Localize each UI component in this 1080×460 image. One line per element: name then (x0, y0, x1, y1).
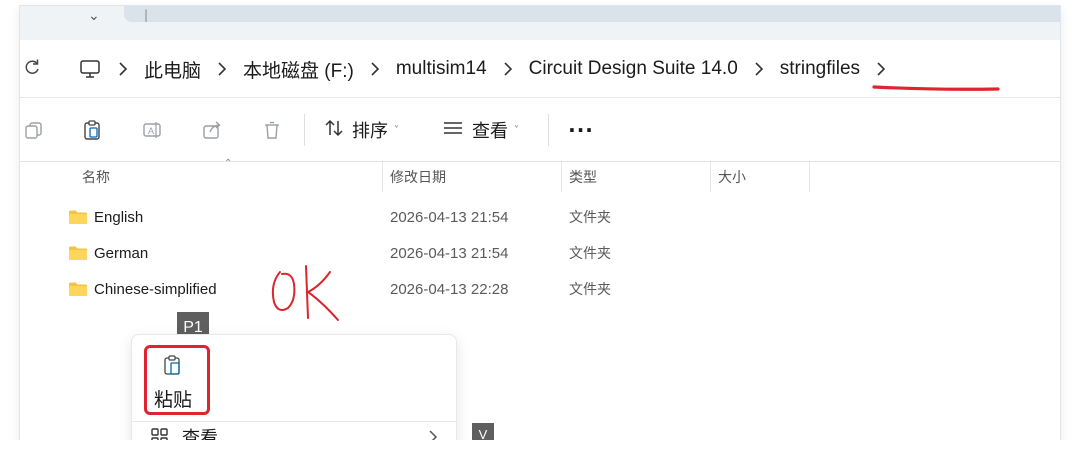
chevron-down-icon: ˅ (514, 124, 519, 136)
column-header-type[interactable]: 类型 (569, 162, 597, 192)
toolbar-divider (548, 114, 549, 146)
address-bar: 此电脑 本地磁盘 (F:) multisim14 Circuit Design … (20, 40, 1060, 98)
delete-icon[interactable] (260, 118, 284, 142)
file-type: 文件夹 (569, 210, 611, 226)
breadcrumb-local-disk[interactable]: 本地磁盘 (F:) (239, 56, 358, 83)
column-header-size[interactable]: 大小 (718, 162, 746, 192)
menu-divider (132, 421, 456, 422)
view-list-icon (442, 120, 464, 141)
folder-icon (68, 281, 88, 297)
chevron-right-icon[interactable] (358, 61, 392, 77)
breadcrumb-multisim14[interactable]: multisim14 (392, 58, 491, 80)
chevron-right-icon[interactable] (491, 61, 525, 77)
computer-icon[interactable] (76, 59, 104, 79)
red-box-annotation (144, 345, 210, 415)
command-bar: A 排序 ˅ 查看 ˅ ··· (20, 98, 1060, 162)
view-button[interactable]: 查看 ˅ (442, 114, 519, 146)
window-control-icon[interactable]: ⌄ (88, 8, 100, 24)
handwritten-ok-annotation (271, 265, 339, 321)
column-divider[interactable] (710, 162, 711, 192)
folder-icon (68, 209, 88, 225)
chevron-right-icon[interactable] (864, 61, 898, 77)
file-type: 文件夹 (569, 246, 611, 262)
column-header-name[interactable]: 名称 (82, 162, 110, 192)
tab-strip: ⌄ | (20, 6, 1060, 40)
tab-edge-icon: | (144, 8, 149, 22)
context-menu: 粘贴 查看 (131, 334, 457, 454)
file-name: German (94, 244, 149, 262)
sort-icon (324, 119, 344, 142)
column-divider[interactable] (561, 162, 562, 192)
breadcrumb-this-pc[interactable]: 此电脑 (140, 56, 205, 83)
paste-icon[interactable] (80, 118, 104, 142)
file-modified: 2026-04-13 21:54 (390, 208, 509, 226)
rename-icon[interactable]: A (140, 118, 164, 142)
column-divider[interactable] (382, 162, 383, 192)
sort-ascending-icon: ⌃ (224, 158, 233, 169)
chevron-right-icon[interactable] (106, 61, 140, 77)
file-name: Chinese-simplified (94, 280, 217, 298)
column-divider[interactable] (809, 162, 810, 192)
column-header-modified[interactable]: 修改日期 (390, 162, 446, 192)
file-type: 文件夹 (569, 282, 611, 298)
more-options-button[interactable]: ··· (566, 114, 596, 146)
refresh-icon[interactable] (20, 52, 44, 82)
file-name: English (94, 208, 144, 226)
bottom-margin (0, 440, 1080, 460)
breadcrumb-stringfiles[interactable]: stringfiles (776, 58, 864, 80)
red-underline-annotation (872, 85, 1000, 91)
active-tab[interactable] (124, 6, 1060, 22)
list-item[interactable]: Chinese-simplified 2026-04-13 22:28 文件夹 (20, 271, 1060, 307)
svg-text:A: A (148, 126, 154, 136)
chevron-right-icon[interactable] (205, 61, 239, 77)
folder-icon (68, 245, 88, 261)
chevron-down-icon: ˅ (394, 124, 399, 136)
breadcrumb-circuit-design-suite[interactable]: Circuit Design Suite 14.0 (525, 58, 742, 80)
list-item[interactable]: German 2026-04-13 21:54 文件夹 (20, 235, 1060, 271)
chevron-right-icon[interactable] (742, 61, 776, 77)
breadcrumb: 此电脑 本地磁盘 (F:) multisim14 Circuit Design … (76, 40, 898, 98)
file-modified: 2026-04-13 22:28 (390, 280, 509, 298)
copy-icon[interactable] (22, 118, 46, 142)
sort-button[interactable]: 排序 ˅ (324, 114, 399, 146)
list-item[interactable]: English 2026-04-13 21:54 文件夹 (20, 199, 1060, 235)
share-icon[interactable] (200, 118, 224, 142)
toolbar-divider (304, 114, 305, 146)
file-modified: 2026-04-13 21:54 (390, 244, 509, 262)
